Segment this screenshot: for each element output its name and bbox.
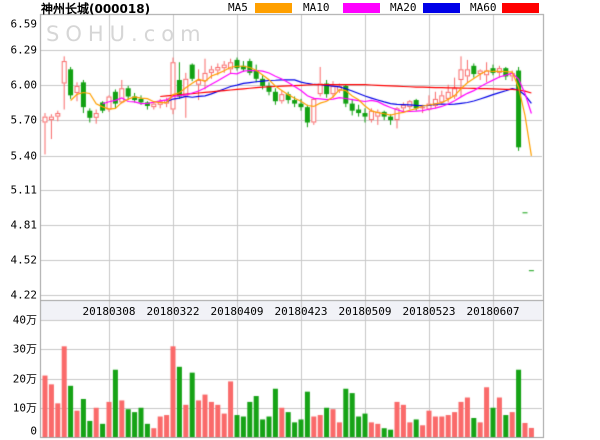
legend-label-ma20: MA20 [390, 2, 417, 13]
stock-kline-panel: 神州长城(000018) MA5 MA10 MA20 MA60 SOHU.com 6.… [0, 0, 600, 440]
price-tick-label: 4.22 [0, 290, 37, 301]
legend-swatch-ma20 [423, 3, 460, 13]
legend-label-ma5: MA5 [228, 2, 248, 13]
price-tick-label: 6.00 [0, 79, 37, 90]
legend-swatch-ma60 [502, 3, 539, 13]
price-tick-label: 5.70 [0, 115, 37, 126]
volume-tick-label: 20万 [0, 373, 37, 384]
volume-tick-label: 40万 [0, 315, 37, 326]
date-tick-label: 20180322 [147, 306, 200, 317]
date-tick-label: 20180607 [467, 306, 520, 317]
legend-label-ma10: MA10 [303, 2, 330, 13]
volume-tick-label: 0 [0, 426, 37, 437]
date-tick-label: 20180423 [275, 306, 328, 317]
price-tick-label: 6.29 [0, 45, 37, 56]
volume-tick-label: 30万 [0, 344, 37, 355]
date-tick-label: 20180409 [211, 306, 264, 317]
price-tick-label: 5.40 [0, 150, 37, 161]
date-tick-label: 20180523 [403, 306, 456, 317]
kline-volume-chart-canvas [0, 0, 600, 440]
date-tick-label: 20180509 [339, 306, 392, 317]
date-tick-label: 20180308 [83, 306, 136, 317]
price-tick-label: 5.11 [0, 184, 37, 195]
legend-swatch-ma10 [343, 3, 380, 13]
legend-label-ma60: MA60 [470, 2, 497, 13]
sohu-watermark: SOHU.com [46, 22, 207, 46]
stock-title: 神州长城(000018) [41, 0, 150, 17]
price-tick-label: 4.52 [0, 254, 37, 265]
legend-swatch-ma5 [255, 3, 292, 13]
volume-tick-label: 10万 [0, 402, 37, 413]
price-tick-label: 6.59 [0, 19, 37, 30]
price-tick-label: 4.81 [0, 220, 37, 231]
